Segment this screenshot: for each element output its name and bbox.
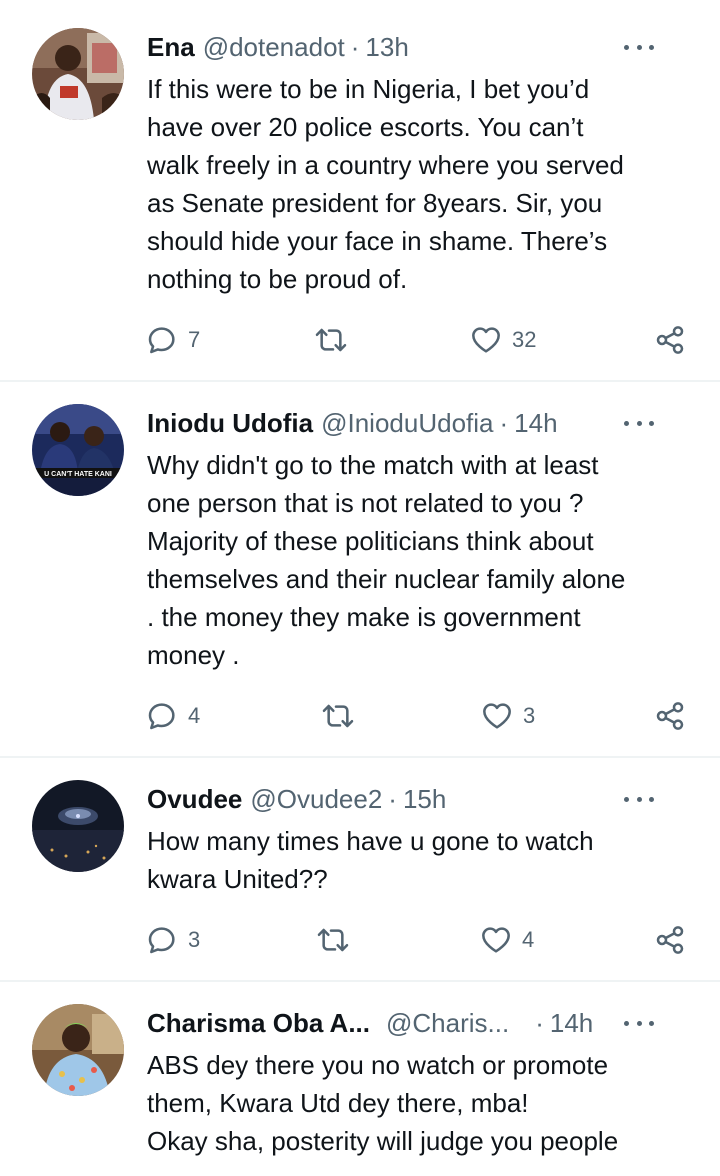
like-button[interactable]: 3 [481, 696, 535, 736]
like-button[interactable]: 32 [470, 320, 536, 360]
tweet-text-line: should hide your face in shame. There’s [147, 226, 608, 256]
display-name[interactable]: Ovudee [147, 782, 242, 816]
reply-icon [148, 703, 175, 730]
reply-icon [148, 327, 175, 354]
share-button[interactable] [654, 696, 686, 736]
timestamp[interactable]: 14h [514, 406, 557, 440]
separator-dot: · [388, 784, 397, 814]
tweet-text-line: Majority of these politicians think abou… [147, 526, 594, 556]
reply-count: 3 [188, 927, 201, 952]
tweet[interactable]: Ena @dotenadot · 13h If this were to be … [0, 0, 720, 380]
share-icon [656, 926, 684, 954]
avatar[interactable] [32, 780, 124, 872]
reply-button[interactable]: 4 [146, 696, 200, 736]
like-icon [482, 927, 510, 953]
separator-dot: · [535, 1008, 544, 1038]
more-options-icon[interactable] [624, 30, 654, 64]
like-count: 3 [523, 703, 536, 728]
tweet-text-line: Why didn't go to the match with at least [147, 450, 599, 480]
display-name[interactable]: Iniodu Udofia [147, 406, 313, 440]
avatar-caption: U CAN'T HATE KANI [44, 471, 112, 478]
separator-dot: · [499, 408, 509, 438]
tweet-text: ABS dey there you no watch or promote th… [147, 1046, 697, 1160]
tweet-text-line: ABS dey there you no watch or promote [147, 1050, 609, 1080]
timestamp[interactable]: 14h [550, 1006, 593, 1040]
share-button[interactable] [654, 320, 686, 360]
action-bar: 4 3 [0, 696, 720, 736]
share-icon [656, 326, 684, 354]
tweet-text-line: themselves and their nuclear family alon… [147, 564, 626, 594]
tweet-text-line: them, Kwara Utd dey there, mba! [147, 1088, 529, 1118]
reply-button[interactable]: 7 [146, 320, 200, 360]
reply-count: 4 [188, 703, 201, 728]
tweet-text-line: nothing to be proud of. [147, 264, 408, 294]
like-button[interactable]: 4 [480, 920, 534, 960]
tweet[interactable]: Ovudee @Ovudee2 · 15h How many times hav… [0, 758, 720, 980]
more-options-icon[interactable] [624, 406, 654, 440]
retweet-icon [322, 704, 354, 728]
tweet-text-line: . the money they make is government [147, 602, 581, 632]
retweet-icon [317, 928, 349, 952]
tweet-text-line: one person that is not related to you ? [147, 488, 584, 518]
action-bar: 3 4 [0, 920, 720, 960]
tweet[interactable]: Charisma Oba A... @Charis... · 14h ABS d… [0, 982, 720, 1176]
reply-icon [148, 927, 175, 954]
tweet-text-line: If this were to be in Nigeria, I bet you… [147, 74, 590, 104]
retweet-button[interactable] [315, 320, 357, 360]
more-options-icon[interactable] [624, 1006, 654, 1040]
tweet[interactable]: U CAN'T HATE KANI Iniodu Udofia @InioduU… [0, 382, 720, 756]
display-name[interactable]: Charisma Oba A... [147, 1006, 370, 1040]
tweet-text-line: money . [147, 640, 240, 670]
reply-button[interactable]: 3 [146, 920, 200, 960]
tweet-text: If this were to be in Nigeria, I bet you… [147, 70, 697, 298]
user-handle[interactable]: @Ovudee2 [250, 782, 382, 816]
tweet-text-line: as Senate president for 8years. Sir, you [147, 188, 603, 218]
like-icon [483, 703, 511, 729]
user-handle[interactable]: @dotenadot [203, 30, 345, 64]
more-options-icon[interactable] [624, 782, 654, 816]
avatar[interactable] [32, 28, 124, 120]
like-count: 4 [522, 927, 535, 952]
tweet-text-line: walk freely in a country where you serve… [147, 150, 624, 180]
avatar[interactable]: U CAN'T HATE KANI [32, 404, 124, 496]
retweet-button[interactable] [317, 920, 359, 960]
user-handle[interactable]: @InioduUdofia [321, 406, 493, 440]
timestamp[interactable]: 13h [365, 30, 408, 64]
share-icon [656, 702, 684, 730]
tweet-text: Why didn't go to the match with at least… [147, 446, 697, 674]
tweet-text-line: How many times have u gone to watch [147, 826, 594, 856]
reply-count: 7 [188, 327, 201, 352]
tweet-text: How many times have u gone to watch kwar… [147, 822, 697, 898]
retweet-icon [315, 328, 347, 352]
like-count: 32 [512, 327, 537, 352]
separator-dot: · [350, 32, 360, 62]
display-name[interactable]: Ena [147, 30, 195, 64]
tweet-text-line: kwara United?? [147, 864, 328, 894]
timestamp[interactable]: 15h [403, 782, 446, 816]
share-button[interactable] [654, 920, 686, 960]
user-handle[interactable]: @Charis... [386, 1006, 509, 1040]
avatar[interactable] [32, 1004, 124, 1096]
tweet-text-line: Okay sha, posterity will judge you peopl… [147, 1126, 619, 1156]
action-bar: 7 32 [0, 320, 720, 360]
retweet-button[interactable] [322, 696, 364, 736]
like-icon [472, 327, 500, 353]
tweet-text-line: have over 20 police escorts. You can’t [147, 112, 584, 142]
